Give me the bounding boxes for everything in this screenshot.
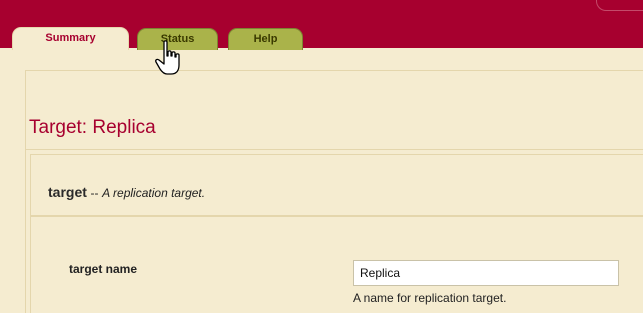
target-name-help: A name for replication target. (353, 291, 507, 305)
panel-title: Target: Replica (29, 117, 156, 138)
tab-help[interactable]: Help (228, 28, 303, 50)
target-name-label: target name (69, 262, 138, 276)
target-name-input[interactable] (353, 260, 619, 286)
description-separator: -- (90, 186, 99, 200)
hand-pointer-icon (155, 40, 180, 75)
description-line: target -- A replication target. (48, 184, 205, 200)
description-text: A replication target. (102, 186, 206, 200)
tab-summary[interactable]: Summary (12, 27, 129, 50)
description-term: target (48, 184, 87, 200)
header-corner-decoration (596, 0, 643, 11)
